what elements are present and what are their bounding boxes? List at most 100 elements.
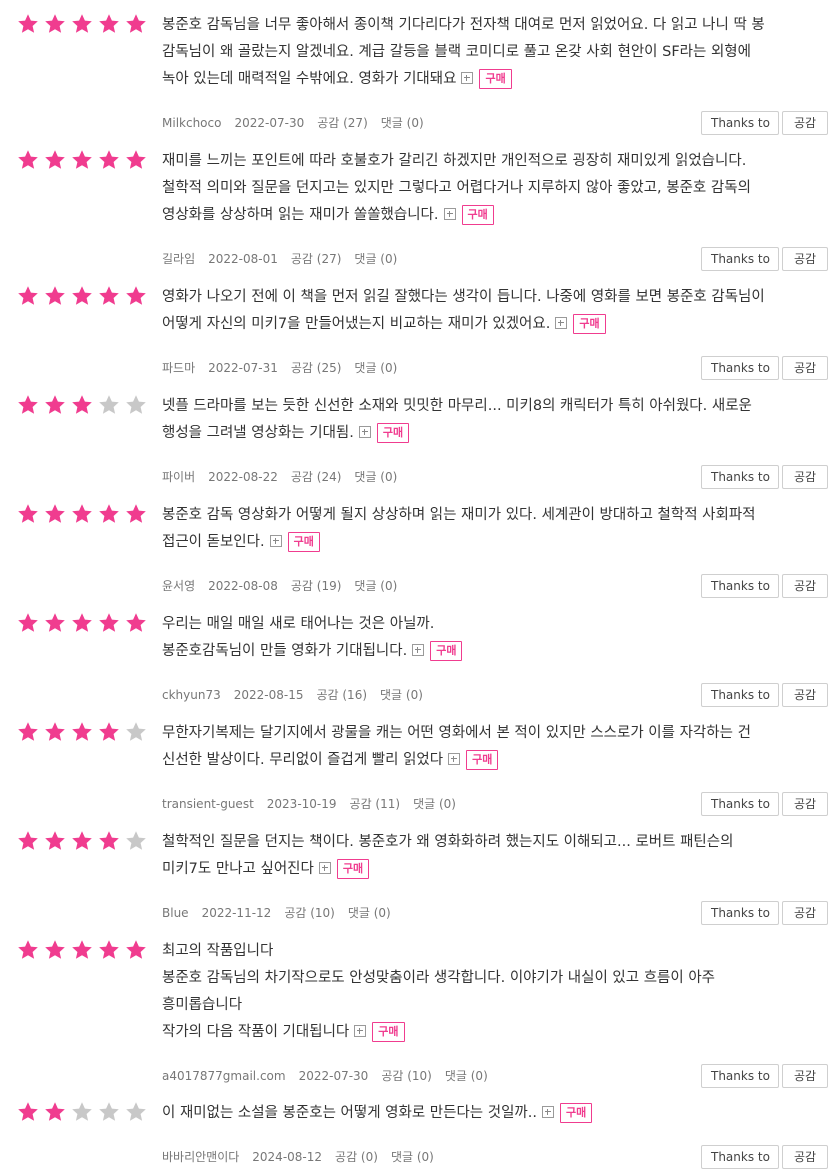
review-text: 봉준호 감독님을 너무 좋아해서 종이책 기다리다가 전자책 대여로 먼저 읽었… <box>162 12 830 93</box>
review-text-content: 영상화를 상상하며 읽는 재미가 쏠쏠했습니다. <box>162 207 439 223</box>
like-button[interactable]: 공감 <box>782 356 828 380</box>
like-button[interactable]: 공감 <box>782 1064 828 1088</box>
star-filled-icon <box>98 721 120 743</box>
expand-plus-icon[interactable] <box>443 208 456 220</box>
thanks-to-button[interactable]: Thanks to <box>701 465 779 489</box>
comment-count[interactable]: 댓글 (0) <box>354 579 397 593</box>
like-count[interactable]: 공감 (0) <box>335 1150 378 1164</box>
review-meta: 파이버 2022-08-22 공감 (24) 댓글 (0) <box>162 465 682 489</box>
like-count[interactable]: 공감 (27) <box>317 116 368 130</box>
star-filled-icon <box>44 612 66 634</box>
comment-count[interactable]: 댓글 (0) <box>381 116 424 130</box>
comment-count[interactable]: 댓글 (0) <box>348 906 391 920</box>
expand-plus-icon[interactable] <box>269 535 282 547</box>
comment-count[interactable]: 댓글 (0) <box>391 1150 434 1164</box>
review-text-content: 어떻게 자신의 미키7을 만들어냈는지 비교하는 재미가 있겠어요. <box>162 316 551 332</box>
reviewer-name[interactable]: 길라임 <box>162 252 195 266</box>
comment-count[interactable]: 댓글 (0) <box>413 797 456 811</box>
thanks-to-button[interactable]: Thanks to <box>701 1064 779 1088</box>
star-rating <box>17 503 152 525</box>
star-empty-icon <box>71 1101 93 1123</box>
star-filled-icon <box>17 939 39 961</box>
reviewer-name[interactable]: 파이버 <box>162 470 195 484</box>
thanks-to-button[interactable]: Thanks to <box>701 1145 779 1169</box>
star-filled-icon <box>71 394 93 416</box>
thanks-to-button[interactable]: Thanks to <box>701 247 779 271</box>
reviewer-name[interactable]: 윤서영 <box>162 579 195 593</box>
reviewer-name[interactable]: a4017877gmail.com <box>162 1069 286 1083</box>
star-filled-icon <box>44 285 66 307</box>
reviewer-name[interactable]: ckhyun73 <box>162 688 221 702</box>
star-filled-icon <box>44 149 66 171</box>
like-count[interactable]: 공감 (24) <box>291 470 342 484</box>
expand-plus-icon[interactable] <box>461 72 474 84</box>
star-rating <box>17 830 152 852</box>
star-empty-icon <box>125 1101 147 1123</box>
review-meta: 윤서영 2022-08-08 공감 (19) 댓글 (0) <box>162 574 682 598</box>
reviewer-name[interactable]: Blue <box>162 906 189 920</box>
thanks-to-button[interactable]: Thanks to <box>701 683 779 707</box>
review-text-line: 감독님이 왜 골랐는지 알겠네요. 계급 갈등을 블랙 코미디로 풀고 온갖 사… <box>162 44 751 60</box>
thanks-to-button[interactable]: Thanks to <box>701 792 779 816</box>
star-rating <box>17 394 152 416</box>
like-button[interactable]: 공감 <box>782 574 828 598</box>
review-date: 2022-08-22 <box>208 470 278 484</box>
thanks-to-button[interactable]: Thanks to <box>701 574 779 598</box>
reviewer-name[interactable]: transient-guest <box>162 797 254 811</box>
review-text-line: 봉준호 감독 영상화가 어떻게 될지 상상하며 읽는 재미가 있다. 세계관이 … <box>162 507 756 523</box>
expand-plus-icon[interactable] <box>354 1025 367 1037</box>
purchase-badge: 구매 <box>466 750 499 770</box>
comment-count[interactable]: 댓글 (0) <box>354 361 397 375</box>
review-actions: Thanks to 공감 <box>698 247 828 271</box>
review-meta: a4017877gmail.com 2022-07-30 공감 (10) 댓글 (0) <box>162 1064 682 1088</box>
review-date: 2023-10-19 <box>266 797 337 811</box>
expand-plus-icon[interactable] <box>555 317 568 329</box>
like-count[interactable]: 공감 (27) <box>291 252 342 266</box>
like-button[interactable]: 공감 <box>782 901 828 925</box>
comment-count[interactable]: 댓글 (0) <box>445 1069 488 1083</box>
comment-count[interactable]: 댓글 (0) <box>380 688 423 702</box>
expand-plus-icon[interactable] <box>448 753 461 765</box>
like-button[interactable]: 공감 <box>782 1145 828 1169</box>
review-text-line: 어떻게 자신의 미키7을 만들어냈는지 비교하는 재미가 있겠어요. 구매 <box>162 311 830 338</box>
like-count[interactable]: 공감 (10) <box>381 1069 432 1083</box>
comment-count[interactable]: 댓글 (0) <box>354 252 397 266</box>
expand-plus-icon[interactable] <box>541 1106 554 1118</box>
reviewer-name[interactable]: 바바리안맨이다 <box>162 1150 239 1164</box>
thanks-to-button[interactable]: Thanks to <box>701 356 779 380</box>
thanks-to-button[interactable]: Thanks to <box>701 111 779 135</box>
like-button[interactable]: 공감 <box>782 465 828 489</box>
comment-count[interactable]: 댓글 (0) <box>354 470 397 484</box>
star-filled-icon <box>125 149 147 171</box>
review-text-line: 흥미롭습니다 <box>162 997 243 1013</box>
expand-plus-icon[interactable] <box>318 862 331 874</box>
like-count[interactable]: 공감 (19) <box>291 579 342 593</box>
star-filled-icon <box>125 13 147 35</box>
review-meta: Milkchoco 2022-07-30 공감 (27) 댓글 (0) <box>162 111 682 135</box>
star-filled-icon <box>71 285 93 307</box>
star-filled-icon <box>71 939 93 961</box>
star-filled-icon <box>98 612 120 634</box>
like-button[interactable]: 공감 <box>782 111 828 135</box>
like-count[interactable]: 공감 (25) <box>291 361 342 375</box>
star-filled-icon <box>98 13 120 35</box>
thanks-to-button[interactable]: Thanks to <box>701 901 779 925</box>
review-text-line: 영상화를 상상하며 읽는 재미가 쏠쏠했습니다. 구매 <box>162 202 830 229</box>
review-text-line: 재미를 느끼는 포인트에 따라 호불호가 갈리긴 하겠지만 개인적으로 굉장히 … <box>162 153 747 169</box>
expand-plus-icon[interactable] <box>358 426 371 438</box>
reviewer-name[interactable]: Milkchoco <box>162 116 221 130</box>
star-rating <box>17 1101 152 1123</box>
expand-plus-icon[interactable] <box>412 644 425 656</box>
like-button[interactable]: 공감 <box>782 247 828 271</box>
review-date: 2022-07-31 <box>208 361 278 375</box>
like-button[interactable]: 공감 <box>782 792 828 816</box>
star-filled-icon <box>71 13 93 35</box>
reviewer-name[interactable]: 파드마 <box>162 361 195 375</box>
like-count[interactable]: 공감 (16) <box>316 688 367 702</box>
star-filled-icon <box>98 149 120 171</box>
like-count[interactable]: 공감 (10) <box>284 906 335 920</box>
like-count[interactable]: 공감 (11) <box>350 797 401 811</box>
like-button[interactable]: 공감 <box>782 683 828 707</box>
review-actions: Thanks to 공감 <box>698 683 828 707</box>
star-rating <box>17 285 152 307</box>
